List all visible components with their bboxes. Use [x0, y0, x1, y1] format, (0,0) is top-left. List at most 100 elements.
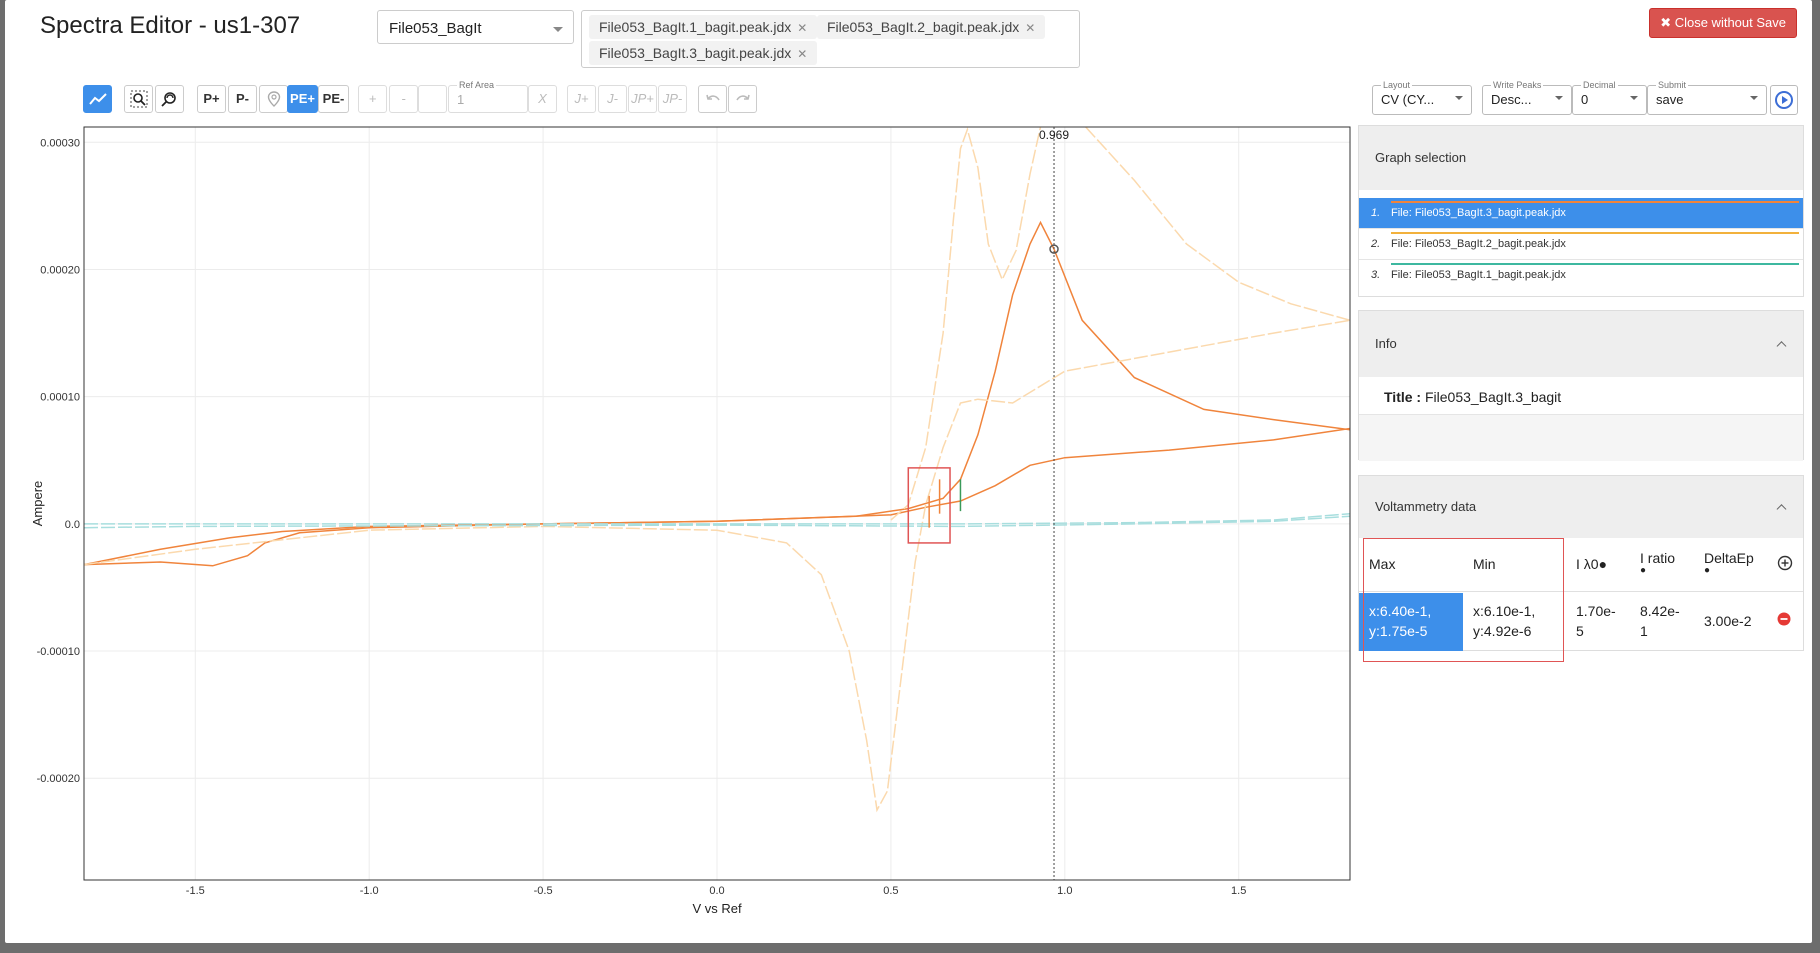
info-title-value: File053_BagIt.3_bagit	[1424, 389, 1562, 405]
graph-selection-item[interactable]: 1. File: File053_BagIt.3_bagit.peak.jdx	[1359, 198, 1803, 229]
voltammogram-chart[interactable]: -1.5 -1.0 -0.5 0.0 0.5 1.0 1.5 0.00030 0.00020 0.…	[5, 120, 1355, 920]
x-tick-label: 0.5	[883, 885, 898, 897]
y-tick-label: 0.00030	[40, 137, 80, 149]
zoom-in-icon	[130, 90, 147, 108]
j-plus-button[interactable]: J+	[567, 85, 596, 113]
graph-selection-item[interactable]: 3. File: File053_BagIt.1_bagit.peak.jdx	[1359, 260, 1803, 290]
remove-peak-button[interactable]: P-	[228, 85, 257, 113]
voltammetry-header[interactable]: Voltammetry data	[1359, 476, 1803, 538]
decimal-label: Decimal	[1581, 80, 1618, 90]
zoom-in-button[interactable]	[124, 85, 153, 113]
close-icon[interactable]: ✕	[1025, 21, 1035, 35]
x-tick-label: 1.5	[1231, 885, 1246, 897]
close-without-save-button[interactable]: ✖ Close without Save	[1649, 8, 1797, 38]
file-chip[interactable]: File053_BagIt.1_bagit.peak.jdx ✕	[589, 15, 818, 39]
graph-selection-label: File: File053_BagIt.1_bagit.peak.jdx	[1391, 269, 1566, 281]
x-tick-label: 0.0	[709, 885, 724, 897]
layout-value: CV (CY...	[1381, 92, 1435, 107]
delta-ep-cell: 3.00e-2	[1704, 613, 1752, 629]
integration-plus-button[interactable]: +	[358, 85, 387, 113]
x-tick-label: 1.0	[1057, 885, 1072, 897]
graph-selection-label: File: File053_BagIt.2_bagit.peak.jdx	[1391, 238, 1566, 250]
graph-selection-item[interactable]: 2. File: File053_BagIt.2_bagit.peak.jdx	[1359, 229, 1803, 260]
file-chip[interactable]: File053_BagIt.3_bagit.peak.jdx ✕	[589, 41, 818, 65]
redo-icon	[735, 94, 750, 101]
anchor-button[interactable]	[259, 85, 288, 113]
col-header-delta-ep-label: DeltaEp	[1704, 550, 1754, 566]
undo-button[interactable]	[698, 85, 727, 113]
remove-row-button[interactable]	[1777, 612, 1791, 631]
i-lambda-cell-1: 1.70e-	[1576, 603, 1616, 619]
minus-circle-icon	[1777, 612, 1791, 626]
add-row-button[interactable]	[1777, 555, 1793, 576]
file-multi-select[interactable]: File053_BagIt.1_bagit.peak.jdx ✕ File053_…	[581, 10, 1080, 68]
i-ratio-cell-1: 8.42e-	[1640, 603, 1680, 619]
series-line[interactable]	[890, 127, 1042, 521]
info-title-row: Title : File053_BagIt.3_bagit	[1384, 389, 1561, 405]
chart-svg[interactable]: -1.5 -1.0 -0.5 0.0 0.5 1.0 1.5 0.00030 0.00020 0.…	[5, 120, 1355, 920]
chevron-down-icon	[1630, 96, 1638, 100]
remove-pe-button[interactable]: PE-	[318, 85, 349, 113]
chevron-up-icon[interactable]	[1776, 504, 1787, 515]
close-icon[interactable]: ✕	[797, 21, 807, 35]
chevron-up-icon[interactable]	[1776, 341, 1787, 352]
integration-minus-button[interactable]: -	[389, 85, 418, 113]
clear-ref-button[interactable]: X	[528, 85, 557, 113]
submit-button[interactable]	[1770, 85, 1798, 115]
decimal-value: 0	[1581, 92, 1589, 107]
spectra-editor-modal: Spectra Editor - us1-307 ✖ Close without…	[5, 0, 1812, 943]
file-select[interactable]: File053_BagIt	[377, 10, 574, 44]
series-color-line	[1391, 201, 1799, 203]
col-header-delta-ep: DeltaEp ●	[1704, 550, 1754, 576]
layout-label: Layout	[1381, 80, 1413, 90]
file-chip[interactable]: File053_BagIt.2_bagit.peak.jdx ✕	[817, 15, 1046, 39]
voltammetry-title: Voltammetry data	[1375, 499, 1477, 514]
graph-selection-num: 2.	[1371, 238, 1381, 250]
layout-select[interactable]: Layout CV (CY...	[1372, 80, 1472, 115]
y-tick-label: -0.00020	[37, 773, 80, 785]
series-line[interactable]	[1085, 127, 1350, 322]
graph-selection-num: 3.	[1371, 269, 1381, 281]
info-footer	[1359, 414, 1803, 461]
decimal-select[interactable]: Decimal 0	[1572, 80, 1647, 115]
chevron-down-icon	[1750, 96, 1758, 100]
jp-minus-button[interactable]: JP-	[658, 85, 687, 113]
info-panel: Info Title : File053_BagIt.3_bagit	[1358, 310, 1804, 461]
ref-area-value: 1	[457, 92, 465, 107]
file-chip-label: File053_BagIt.2_bagit.peak.jdx	[827, 19, 1020, 35]
write-peaks-value: Desc...	[1491, 92, 1532, 107]
j-minus-button[interactable]: J-	[598, 85, 627, 113]
jp-plus-button[interactable]: JP+	[628, 85, 657, 113]
graph-selection-header[interactable]: Graph selection	[1359, 126, 1803, 190]
file-select-value: File053_BagIt	[389, 20, 482, 37]
info-header[interactable]: Info	[1359, 311, 1803, 377]
redo-button[interactable]	[728, 85, 757, 113]
col-header-i-ratio-label: I ratio	[1640, 550, 1676, 566]
write-peaks-select[interactable]: Write Peaks Desc...	[1482, 80, 1572, 115]
x-tick-label: -0.5	[534, 885, 553, 897]
x-axis-label: V vs Ref	[692, 901, 742, 916]
ref-area-field[interactable]: Ref Area 1	[448, 80, 528, 113]
i-lambda-cell-2: 5	[1576, 623, 1584, 639]
add-pe-button[interactable]: PE+	[287, 85, 318, 113]
chevron-down-icon	[553, 27, 563, 32]
submit-label: Submit	[1656, 80, 1689, 90]
ref-area-label: Ref Area	[457, 80, 497, 90]
zoom-reset-button[interactable]	[155, 85, 184, 113]
line-view-button[interactable]	[83, 85, 112, 113]
write-peaks-label: Write Peaks	[1491, 80, 1544, 90]
close-icon[interactable]: ✕	[797, 47, 807, 61]
chevron-down-icon	[1455, 96, 1463, 100]
page-title: Spectra Editor - us1-307	[40, 12, 301, 39]
line-chart-icon	[88, 93, 107, 105]
add-peak-button[interactable]: P+	[197, 85, 226, 113]
play-circle-icon	[1775, 91, 1793, 109]
zoom-out-icon	[160, 92, 176, 107]
submit-value: save	[1656, 92, 1684, 107]
x-tick-label: -1.5	[186, 885, 205, 897]
submit-select[interactable]: Submit save	[1647, 80, 1767, 115]
y-tick-label: 0.00010	[40, 392, 80, 404]
x-tick-label: -1.0	[360, 885, 379, 897]
location-pin-icon	[267, 91, 280, 107]
integration-blank-button[interactable]	[418, 85, 447, 113]
